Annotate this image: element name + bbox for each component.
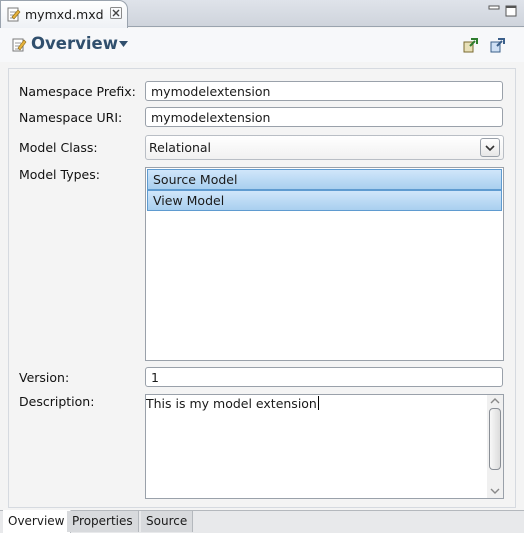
- model-type-view-model[interactable]: View Model: [147, 190, 502, 211]
- namespace-uri-field[interactable]: mymodelextension: [145, 107, 503, 127]
- editor-tab-strip: mymxd.mxd: [0, 0, 524, 28]
- editor-tab-mymxd[interactable]: mymxd.mxd: [0, 0, 128, 28]
- scrollbar-thumb[interactable]: [489, 408, 501, 470]
- chevron-down-icon: [485, 145, 495, 152]
- version-label: Version:: [19, 370, 70, 385]
- description-text: This is my model extension: [146, 396, 319, 411]
- form-header: Overview: [0, 28, 524, 62]
- tab-overview[interactable]: Overview: [3, 510, 71, 533]
- version-field[interactable]: 1: [145, 367, 503, 387]
- namespace-prefix-label: Namespace Prefix:: [19, 84, 136, 99]
- text-caret: [317, 396, 319, 410]
- tab-properties[interactable]: Properties: [67, 511, 139, 532]
- import-icon[interactable]: [462, 37, 479, 54]
- mxd-file-icon: [7, 7, 21, 22]
- model-class-select[interactable]: Relational: [145, 135, 504, 160]
- scroll-down-icon[interactable]: [490, 487, 500, 495]
- model-class-dropdown-button[interactable]: [480, 138, 500, 157]
- chevron-down-icon[interactable]: [119, 41, 128, 47]
- minimize-icon[interactable]: [488, 5, 500, 17]
- namespace-uri-label: Namespace URI:: [19, 110, 123, 125]
- page-title[interactable]: Overview: [31, 34, 118, 53]
- model-class-label: Model Class:: [19, 140, 98, 155]
- description-label: Description:: [19, 394, 95, 409]
- description-scrollbar[interactable]: [487, 395, 503, 498]
- model-types-list[interactable]: Source Model View Model: [145, 167, 504, 361]
- close-icon[interactable]: [110, 7, 122, 19]
- model-class-value: Relational: [149, 140, 212, 155]
- maximize-icon[interactable]: [505, 5, 517, 17]
- export-icon[interactable]: [489, 37, 506, 54]
- editor-tab-label: mymxd.mxd: [25, 7, 104, 22]
- scroll-up-icon[interactable]: [490, 397, 500, 405]
- overview-form-icon: [12, 38, 27, 52]
- model-type-source-model[interactable]: Source Model: [147, 169, 502, 190]
- namespace-prefix-field[interactable]: mymodelextension: [145, 81, 503, 101]
- editor-page-tabs: Overview Properties Source: [0, 510, 524, 533]
- tab-source[interactable]: Source: [141, 511, 194, 532]
- model-types-label: Model Types:: [19, 167, 100, 182]
- description-textarea[interactable]: This is my model extension: [145, 394, 504, 499]
